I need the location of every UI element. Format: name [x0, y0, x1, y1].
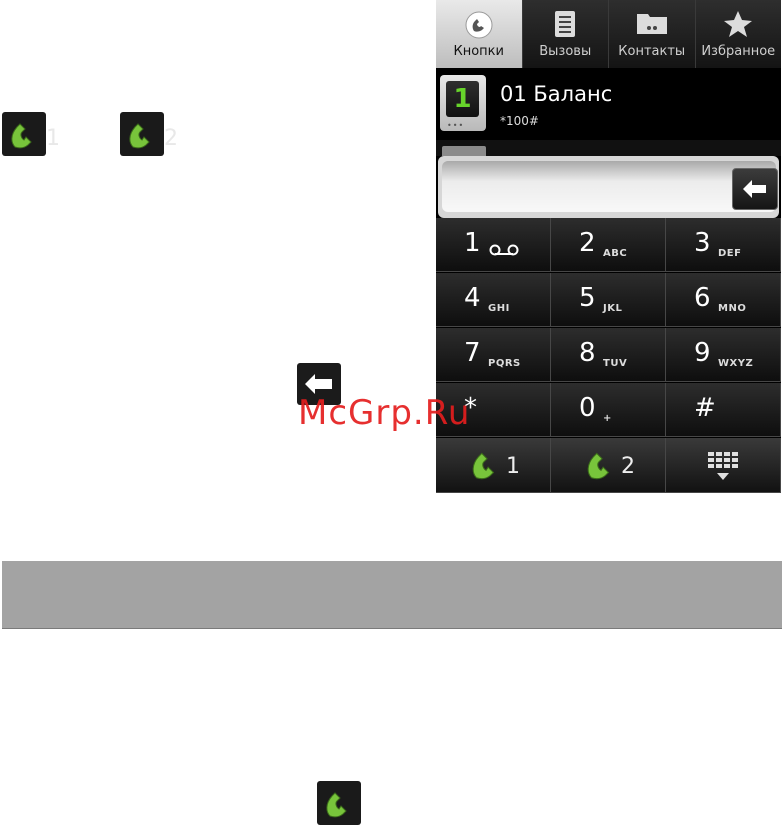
key-digit: 7	[464, 338, 481, 368]
section-header-bar	[2, 561, 782, 629]
voicemail-icon	[488, 242, 520, 261]
key-4[interactable]: 4 GHI	[436, 273, 551, 327]
keypad-toggle-icon	[706, 450, 740, 486]
sim1-label: 1	[46, 126, 60, 151]
tab-label: Избранное	[701, 44, 776, 59]
contact-number: *100#	[500, 114, 539, 128]
key-letters: +	[603, 413, 612, 424]
key-digit: 4	[464, 283, 481, 313]
tab-label: Кнопки	[453, 44, 504, 59]
key-letters: PQRS	[488, 358, 521, 369]
key-0[interactable]: 0 +	[551, 383, 666, 437]
keypad: 1 2 ABC 3 DEF 4 GHI 5 JKL 6 MNO 7 PQRS 8…	[436, 218, 781, 493]
sim-badge-number: 1	[446, 81, 479, 117]
phone-icon	[464, 10, 494, 44]
call-log-icon	[553, 10, 577, 42]
key-letters: GHI	[488, 303, 510, 314]
key-3[interactable]: 3 DEF	[666, 218, 781, 272]
key-digit: 6	[694, 283, 711, 313]
key-1[interactable]: 1	[436, 218, 551, 272]
key-hash[interactable]: #	[666, 383, 781, 437]
sim-number: 2	[621, 454, 635, 479]
delete-button[interactable]	[732, 168, 778, 210]
contact-name: 01 Баланс	[500, 82, 613, 106]
tab-label: Контакты	[618, 44, 686, 59]
key-8[interactable]: 8 TUV	[551, 328, 666, 382]
speed-dial-entry[interactable]: 1 ••• 01 Баланс *100#	[436, 68, 781, 138]
call-sim2-icon	[120, 112, 164, 156]
key-digit: 9	[694, 338, 711, 368]
call-sim2-button[interactable]: 2	[551, 438, 666, 493]
dial-number-field[interactable]	[442, 161, 776, 212]
key-digit: 3	[694, 228, 711, 258]
backspace-icon	[743, 180, 766, 198]
key-digit: #	[694, 393, 716, 423]
key-letters: MNO	[718, 303, 747, 314]
key-digit: 8	[579, 338, 596, 368]
tab-label: Вызовы	[539, 44, 592, 59]
key-letters: WXYZ	[718, 358, 754, 369]
watermark-text: McGrp.Ru	[298, 393, 471, 433]
tab-bar: Кнопки Вызовы Контакты Избранное	[436, 0, 781, 68]
key-9[interactable]: 9 WXYZ	[666, 328, 781, 382]
dialer-screen: Кнопки Вызовы Контакты Избранное 1 ••• 0…	[436, 0, 781, 493]
sim-number: 1	[506, 454, 520, 479]
key-letters: DEF	[718, 248, 742, 259]
list-divider	[436, 140, 781, 156]
key-2[interactable]: 2 ABC	[551, 218, 666, 272]
call-sim1-icon	[2, 112, 46, 156]
star-icon	[723, 10, 753, 42]
sim-badge-dots: •••	[447, 121, 465, 130]
call-sim1-button[interactable]: 1	[436, 438, 551, 493]
sim2-label: 2	[164, 126, 178, 151]
tab-calls[interactable]: Вызовы	[523, 0, 609, 68]
key-digit: 5	[579, 283, 596, 313]
hide-keypad-button[interactable]	[666, 438, 781, 493]
dial-input-area	[438, 156, 779, 218]
call-icon	[317, 781, 361, 825]
phone-icon	[583, 446, 619, 486]
tab-favorites[interactable]: Избранное	[696, 0, 782, 68]
key-letters: JKL	[603, 303, 623, 314]
key-letters: TUV	[603, 358, 628, 369]
tab-contacts[interactable]: Контакты	[609, 0, 696, 68]
sim-badge: 1 •••	[440, 75, 486, 131]
key-digit: 2	[579, 228, 596, 258]
key-5[interactable]: 5 JKL	[551, 273, 666, 327]
key-digit: 0	[579, 393, 596, 423]
key-6[interactable]: 6 MNO	[666, 273, 781, 327]
contacts-icon	[636, 10, 668, 40]
tab-keypad[interactable]: Кнопки	[436, 0, 523, 68]
key-letters: ABC	[603, 248, 628, 259]
key-7[interactable]: 7 PQRS	[436, 328, 551, 382]
key-digit: 1	[464, 228, 481, 258]
phone-icon	[468, 446, 504, 486]
